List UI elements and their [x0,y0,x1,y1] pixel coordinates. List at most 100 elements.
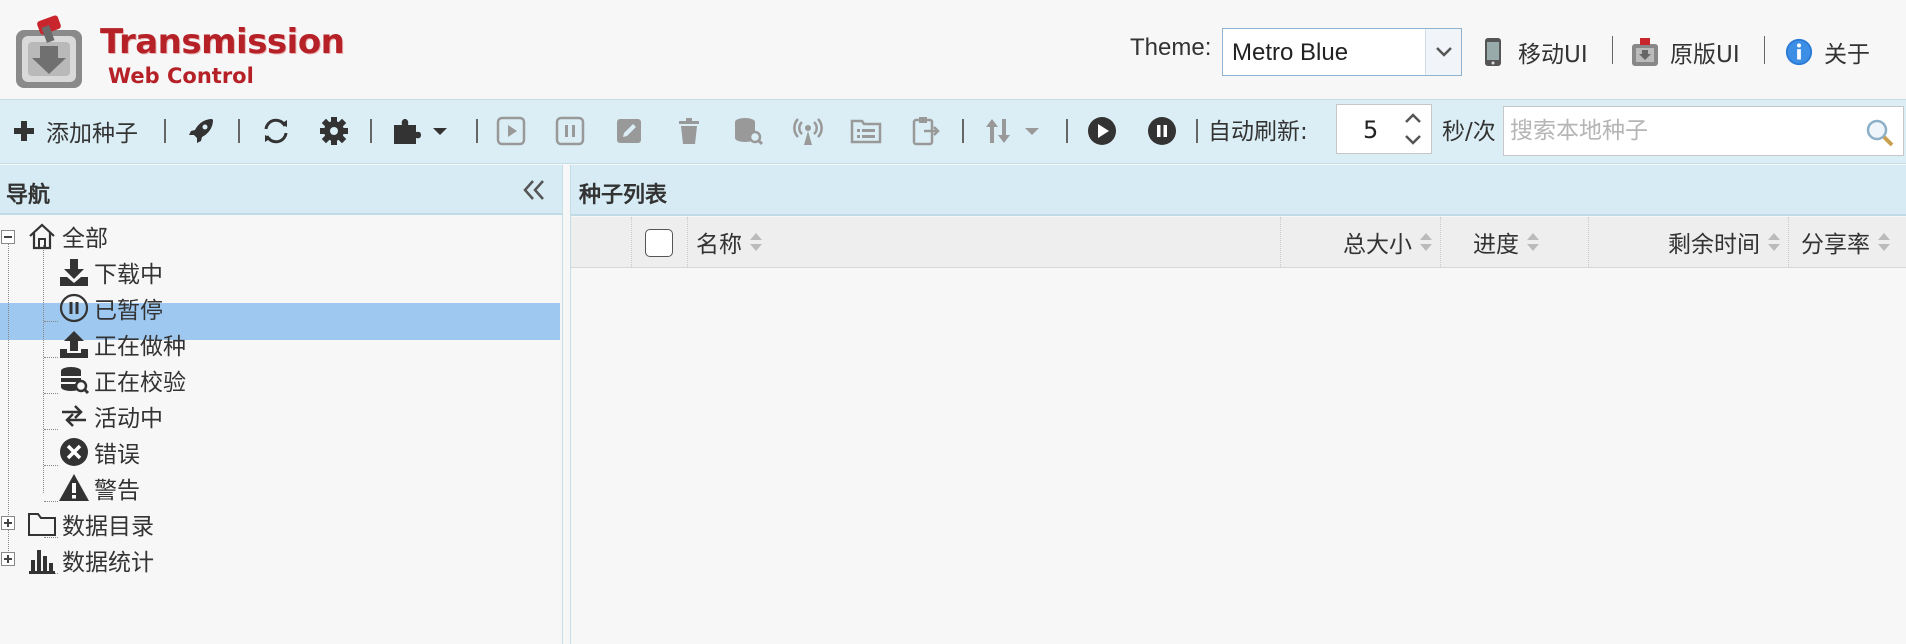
transmission-logo-icon [16,15,82,88]
about-link[interactable]: 关于 [1784,32,1870,72]
tree-connector [44,429,58,430]
reannounce-button[interactable] [792,111,824,151]
theme-select[interactable]: Metro Blue [1222,28,1462,76]
tree-expand-toggle[interactable] [1,516,15,530]
verify-button[interactable] [732,111,764,151]
sort-icon [750,233,762,251]
warning-icon [59,474,89,501]
error-circle-icon [60,438,88,466]
edit-icon [617,119,641,143]
nav-item-label: 错误 [94,442,140,468]
pause-button[interactable] [555,111,585,151]
header-separator [1612,36,1613,64]
chevron-down-icon[interactable] [1401,129,1425,151]
exchange-arrows-icon [62,405,86,427]
pause-all-torrents-button[interactable] [1146,111,1178,151]
nav-item-label: 正在做种 [94,334,186,360]
toolbar-separator [1196,119,1198,143]
torrent-grid-header: 名称 总大小 进度 剩余时间 分享率 [571,217,1906,268]
folder-list-icon [850,119,882,144]
chevron-up-icon[interactable] [1401,107,1425,129]
toolbar-separator [370,119,372,143]
original-ui-link[interactable]: 原版UI [1630,32,1740,72]
select-all-checkbox[interactable] [645,229,673,257]
theme-select-arrow[interactable] [1425,29,1461,75]
nav-item-statistics[interactable]: 数据统计 [26,542,154,578]
double-chevron-left-icon[interactable] [520,177,548,203]
mobile-ui-label: 移动UI [1518,42,1588,68]
play-square-icon [496,116,526,146]
caret-down-icon [433,128,447,135]
toolbar-separator [476,119,478,143]
caret-down-icon [1025,128,1039,135]
nav-item-folders[interactable]: 数据目录 [26,506,154,542]
toolbar-separator [962,119,964,143]
original-ui-label: 原版UI [1670,42,1740,68]
torrent-list-title: 种子列表 [579,183,668,208]
mobile-ui-link[interactable]: 移动UI [1478,32,1588,72]
upload-icon [60,331,88,358]
interval-unit-label: 秒/次 [1442,119,1496,145]
toolbar-separator [1066,119,1068,143]
torrent-list-header: 种子列表 [571,165,1906,216]
column-progress[interactable]: 进度 [1440,217,1580,267]
logo-title: Transmission [100,22,345,62]
nav-item-label: 活动中 [94,406,163,432]
nav-item-error[interactable]: 错误 [58,434,140,470]
nav-item-label: 数据统计 [62,550,154,576]
search-input[interactable] [1510,115,1850,147]
settings-button[interactable] [318,111,350,151]
column-remaining-time-label: 剩余时间 [1668,232,1760,258]
sort-icon [1527,233,1539,251]
play-circle-icon [1088,117,1116,145]
puzzle-icon [394,119,421,144]
broadcast-icon [793,118,823,145]
refresh-interval-spinner[interactable]: 5 [1336,104,1432,154]
nav-item-warning[interactable]: 警告 [58,470,140,506]
add-torrent-button[interactable]: 添加种子 [12,111,138,151]
column-name[interactable]: 名称 [687,217,1280,267]
nav-item-downloading[interactable]: 下载中 [58,254,163,290]
set-location-button[interactable] [850,111,882,151]
start-button[interactable] [496,111,526,151]
toolbar-separator [164,119,166,143]
start-all-button[interactable] [186,111,216,151]
column-remaining-time[interactable]: 剩余时间 [1588,217,1788,267]
sort-arrows-icon [986,119,1010,143]
copy-path-button[interactable] [910,111,942,151]
refresh-button[interactable] [260,111,292,151]
theme-label: Theme: [1130,34,1212,61]
sort-menu-button[interactable] [982,111,1042,151]
nav-item-label: 警告 [94,478,140,504]
tree-collapse-toggle[interactable] [1,230,15,244]
nav-item-seeding[interactable]: 正在做种 [58,326,186,362]
tree-connector [44,465,58,466]
nav-item-all[interactable]: 全部 [26,218,108,254]
rocket-icon [189,119,213,143]
column-divider [631,217,632,267]
column-size[interactable]: 总大小 [1280,217,1440,267]
pause-circle-icon [1148,117,1176,145]
tree-expand-toggle[interactable] [1,552,15,566]
sort-icon [1878,233,1890,251]
tree-connector [44,357,58,358]
column-ratio[interactable]: 分享率 [1788,217,1906,267]
torrent-list-panel: 种子列表 名称 总大小 进度 剩余时间 分享率 [570,165,1906,644]
column-ratio-label: 分享率 [1801,232,1870,258]
plugins-menu-button[interactable] [390,111,450,151]
mobile-phone-icon [1485,38,1501,66]
refresh-interval-value: 5 [1363,116,1379,144]
database-search-icon [735,118,764,146]
search-icon[interactable] [1865,118,1895,148]
auto-refresh-label: 自动刷新: [1208,119,1308,145]
trash-icon [679,118,699,144]
remove-button[interactable] [674,111,704,151]
column-size-label: 总大小 [1343,232,1412,258]
clipboard-icon [912,117,940,146]
nav-item-active[interactable]: 活动中 [58,398,163,434]
nav-item-paused[interactable]: 已暂停 [58,290,163,326]
navigation-panel: 导航 全部 下载中 已暂停 正在做种 正在校验 活动中 错误 警告 数据目录 数… [0,165,563,644]
start-all-torrents-button[interactable] [1086,111,1118,151]
nav-item-checking[interactable]: 正在校验 [58,362,186,398]
rename-button[interactable] [614,111,644,151]
